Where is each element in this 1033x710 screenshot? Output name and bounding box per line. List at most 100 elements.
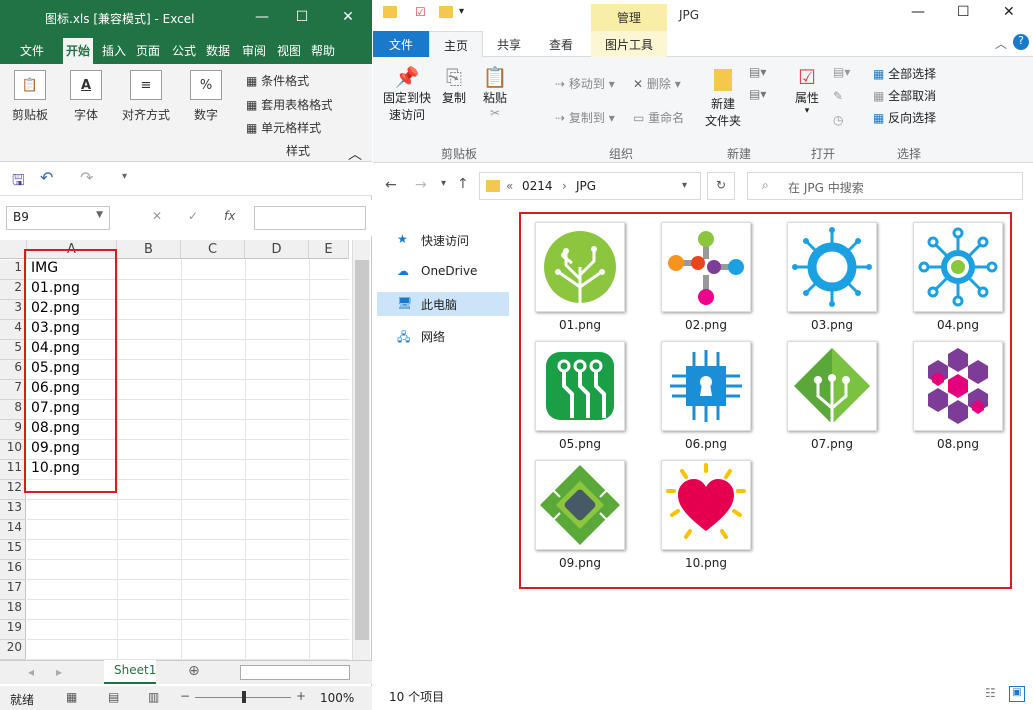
edit-icon[interactable]: ✎ <box>833 89 843 103</box>
history-icon[interactable]: ◷ <box>833 113 843 127</box>
vertical-scrollbar[interactable] <box>352 240 370 660</box>
new-item-icon[interactable]: ▤▾ <box>749 65 766 79</box>
tab-view[interactable]: 查看 <box>549 36 573 53</box>
file-thumbnail[interactable] <box>661 460 751 550</box>
nav-network[interactable]: 🖧 网络 <box>377 324 509 348</box>
breadcrumb-0214[interactable]: 0214 <box>522 179 553 193</box>
column-header[interactable]: D <box>245 240 309 259</box>
delete-button[interactable]: ✕ 删除 ▾ <box>633 75 681 92</box>
column-header[interactable]: B <box>117 240 181 259</box>
invert-selection-button[interactable]: ▦ 反向选择 <box>873 109 936 126</box>
zoom-thumb[interactable] <box>242 691 246 703</box>
row-header[interactable]: 19 <box>0 620 26 640</box>
tab-share[interactable]: 共享 <box>497 36 521 53</box>
file-thumbnail[interactable] <box>535 460 625 550</box>
sheet-prev-icon[interactable]: ◂ <box>28 665 34 679</box>
copy-button[interactable]: ⎘ 复制 <box>439 65 469 106</box>
file-thumbnail[interactable] <box>913 222 1003 312</box>
row-header[interactable]: 14 <box>0 520 26 540</box>
nav-onedrive[interactable]: ☁ OneDrive <box>377 260 509 284</box>
zoom-in-icon[interactable]: + <box>296 689 306 703</box>
column-header[interactable]: C <box>181 240 245 259</box>
tab-formulas[interactable]: 公式 <box>172 42 196 59</box>
zoom-out-icon[interactable]: − <box>180 689 190 703</box>
page-layout-icon[interactable]: ▤ <box>108 690 119 704</box>
pin-quick-access-button[interactable]: 📌 固定到快 速访问 <box>379 65 435 123</box>
file-name[interactable]: 03.png <box>777 318 887 332</box>
back-icon[interactable]: ← <box>385 177 397 193</box>
save-icon[interactable]: 🖫 <box>12 170 25 195</box>
row-header[interactable]: 9 <box>0 420 26 440</box>
properties-button[interactable]: ☑ 属性 ▾ <box>789 65 825 116</box>
manage-context-tab[interactable]: 管理 <box>591 4 667 31</box>
file-thumbnail[interactable] <box>535 222 625 312</box>
file-thumbnail[interactable] <box>787 341 877 431</box>
row-header[interactable]: 11 <box>0 460 26 480</box>
alignment-group[interactable]: ≡ 对齐方式 <box>116 70 176 123</box>
close-icon[interactable]: ✕ <box>1003 4 1015 20</box>
large-icons-view-icon[interactable]: ▣ <box>1009 686 1025 702</box>
sheet-tab[interactable]: Sheet1 <box>104 660 156 684</box>
up-icon[interactable]: ↑ <box>457 176 469 192</box>
row-header[interactable]: 7 <box>0 380 26 400</box>
maximize-icon[interactable]: ☐ <box>290 6 314 28</box>
maximize-icon[interactable]: ☐ <box>957 4 970 20</box>
formula-input[interactable] <box>254 206 366 230</box>
row-header[interactable]: 10 <box>0 440 26 460</box>
file-thumbnail[interactable] <box>787 222 877 312</box>
fx-icon[interactable]: fx <box>224 209 235 223</box>
row-header[interactable]: 15 <box>0 540 26 560</box>
overflow-icon[interactable]: « <box>506 179 513 193</box>
row-header[interactable]: 1 <box>0 260 26 280</box>
font-group[interactable]: A 字体 <box>64 70 108 123</box>
row-header[interactable]: 5 <box>0 340 26 360</box>
file-name[interactable]: 09.png <box>525 556 635 570</box>
forward-icon[interactable]: → <box>415 177 427 193</box>
nav-quick-access[interactable]: ★ 快速访问 <box>377 228 509 252</box>
cut-icon[interactable]: ✂ <box>477 106 513 120</box>
select-none-button[interactable]: ▦ 全部取消 <box>873 87 936 104</box>
tab-picture-tools[interactable]: 图片工具 <box>591 31 667 57</box>
minimize-icon[interactable]: — <box>250 6 274 28</box>
row-header[interactable]: 6 <box>0 360 26 380</box>
tab-insert[interactable]: 插入 <box>102 42 126 59</box>
row-header[interactable]: 16 <box>0 560 26 580</box>
close-icon[interactable]: ✕ <box>336 6 360 28</box>
paste-button[interactable]: 📋 粘贴 ✂ <box>477 65 513 120</box>
tab-file[interactable]: 文件 <box>373 31 429 57</box>
row-header[interactable]: 8 <box>0 400 26 420</box>
conditional-format-button[interactable]: ▦ 条件格式 <box>246 72 309 89</box>
move-to-button[interactable]: ⇢ 移动到 ▾ <box>555 75 615 92</box>
tab-help[interactable]: 帮助 <box>311 42 335 59</box>
select-all-corner[interactable] <box>0 240 27 259</box>
recent-icon[interactable]: ▾ <box>441 178 446 189</box>
normal-view-icon[interactable]: ▦ <box>66 690 77 704</box>
file-name[interactable]: 08.png <box>903 437 1013 451</box>
tab-data[interactable]: 数据 <box>206 42 230 59</box>
rename-button[interactable]: ▭ 重命名 <box>633 109 684 126</box>
row-header[interactable]: 18 <box>0 600 26 620</box>
cancel-icon[interactable]: ✕ <box>152 209 162 223</box>
breadcrumb-jpg[interactable]: JPG <box>576 179 596 193</box>
search-box[interactable]: ⌕ 在 JPG 中搜索 <box>747 172 1023 200</box>
file-name[interactable]: 10.png <box>651 556 761 570</box>
add-sheet-icon[interactable]: ⊕ <box>188 663 200 679</box>
copy-to-button[interactable]: ⇢ 复制到 ▾ <box>555 109 615 126</box>
tab-file[interactable]: 文件 <box>20 42 44 59</box>
sheet-next-icon[interactable]: ▸ <box>56 665 62 679</box>
tab-review[interactable]: 审阅 <box>242 42 266 59</box>
file-thumbnail[interactable] <box>661 341 751 431</box>
clipboard-group[interactable]: 📋 剪贴板 <box>8 70 52 123</box>
tab-view[interactable]: 视图 <box>277 42 301 59</box>
file-name[interactable]: 01.png <box>525 318 635 332</box>
row-header[interactable]: 3 <box>0 300 26 320</box>
spreadsheet-grid[interactable]: A B C D E 1 IMG 2 01.png 3 02.png 4 03.png 5 04.p… <box>0 240 372 660</box>
scroll-thumb[interactable] <box>355 260 369 640</box>
tab-home[interactable]: 开始 <box>63 38 94 64</box>
open-icon[interactable]: ▤▾ <box>833 65 850 79</box>
cell-style-button[interactable]: ▦ 单元格样式 <box>246 119 321 136</box>
row-header[interactable]: 20 <box>0 640 26 660</box>
horizontal-scrollbar[interactable] <box>240 665 350 680</box>
file-name[interactable]: 07.png <box>777 437 887 451</box>
page-break-icon[interactable]: ▥ <box>148 690 159 704</box>
